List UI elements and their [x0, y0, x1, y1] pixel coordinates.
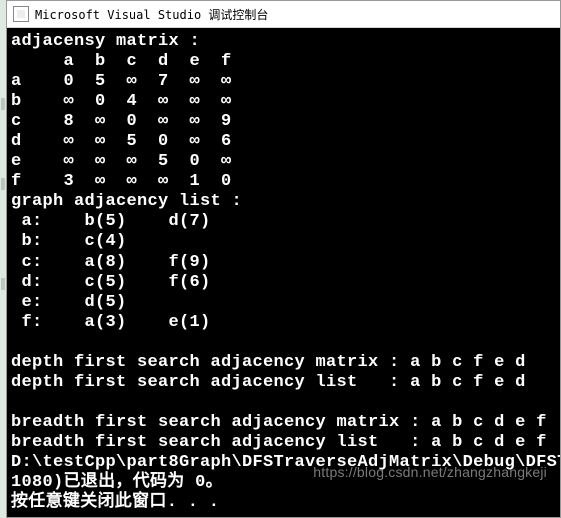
- console-output[interactable]: adjacensy matrix : a b c d e f a 0 5 ∞ 7…: [7, 28, 560, 517]
- bg-mark: [1, 98, 5, 110]
- console-window: Microsoft Visual Studio 调试控制台 adjacensy …: [6, 0, 561, 518]
- bg-mark: [1, 278, 5, 290]
- bg-mark: [1, 178, 5, 190]
- app-icon: [13, 6, 29, 22]
- titlebar[interactable]: Microsoft Visual Studio 调试控制台: [7, 1, 560, 28]
- window-title: Microsoft Visual Studio 调试控制台: [35, 6, 268, 23]
